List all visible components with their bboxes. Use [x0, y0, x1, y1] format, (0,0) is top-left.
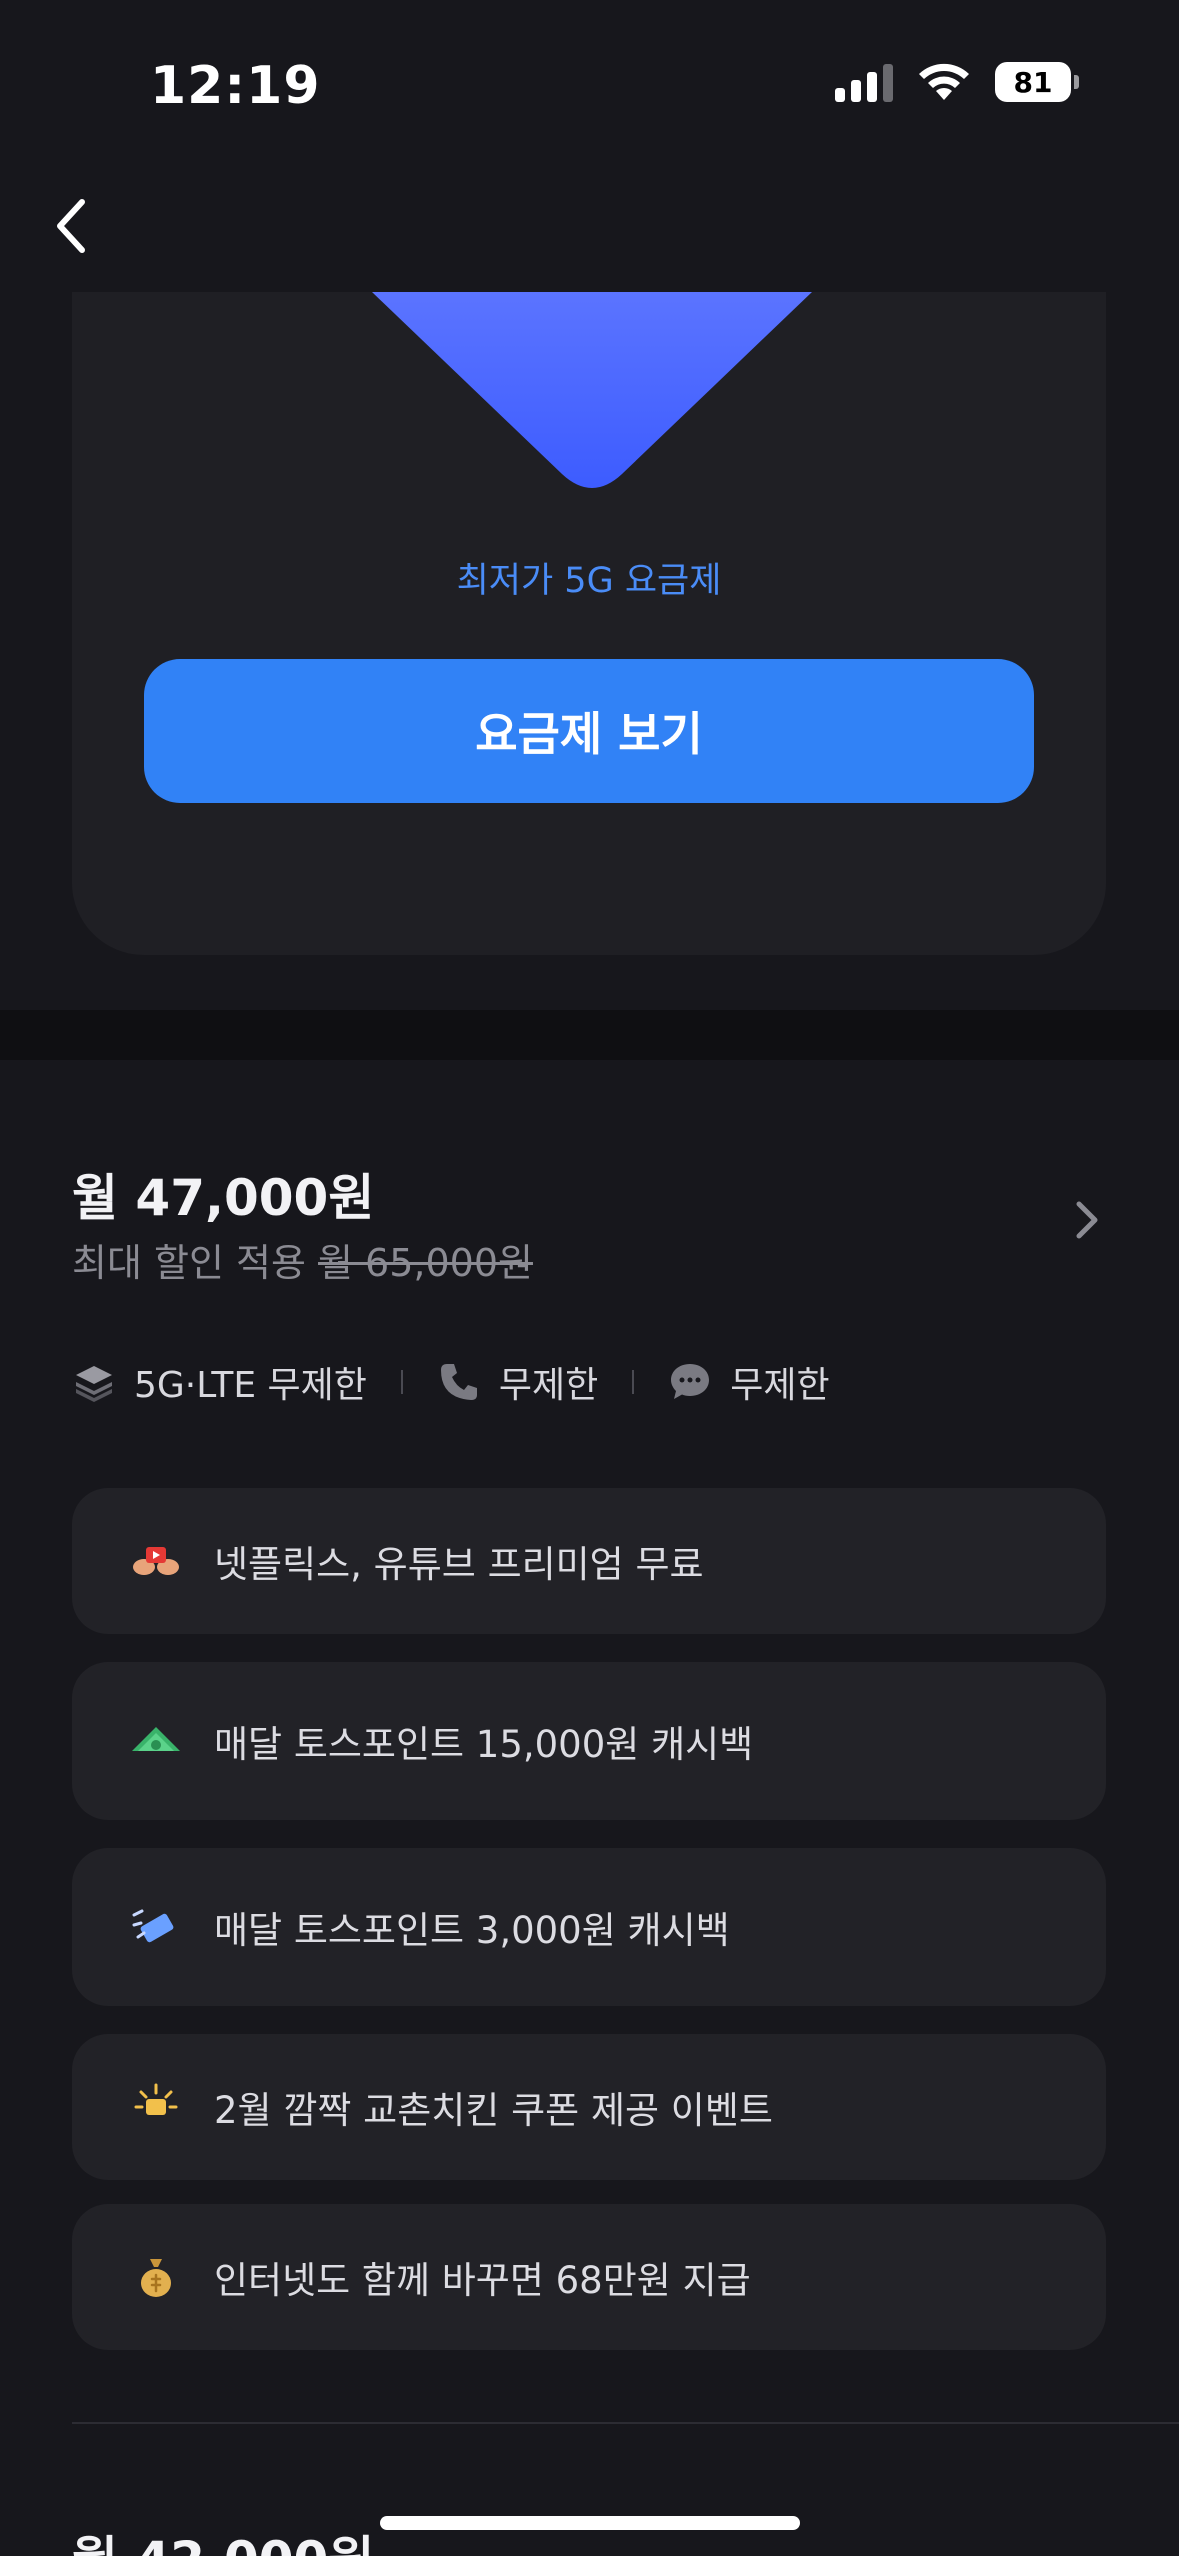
page: 12:19 81 최저가 5G 요금제 요금제 보기 월 47,000원 최대 … — [0, 0, 1179, 2556]
plan-discount: 최대 할인 적용 월 65,000원 — [72, 1232, 533, 1287]
view-plans-button[interactable]: 요금제 보기 — [144, 659, 1034, 803]
section-divider — [0, 1010, 1179, 1060]
next-plan-price[interactable]: 월 42,000원 — [72, 2520, 374, 2556]
phone-icon — [440, 1364, 477, 1400]
home-indicator[interactable] — [380, 2516, 800, 2530]
money-fan-icon — [132, 1727, 180, 1751]
feature-call-label: 무제한 — [498, 1365, 599, 1406]
benefit-item[interactable]: 넷플릭스, 유튜브 프리미엄 무료 — [72, 1488, 1106, 1634]
chevron-right-icon[interactable] — [1067, 1190, 1107, 1250]
chat-bubble-icon — [671, 1364, 710, 1399]
original-price: 월 65,000원 — [318, 1241, 533, 1285]
battery-level: 81 — [995, 62, 1071, 102]
gift-hands-icon — [133, 1547, 179, 1575]
benefit-item[interactable]: 매달 토스포인트 3,000원 캐시백 — [72, 1848, 1106, 2006]
status-icons: 81 — [835, 62, 1079, 102]
feature-call: 무제한 — [437, 1356, 598, 1408]
feature-data-label: 5G·LTE 무제한 — [134, 1365, 367, 1406]
promo-area: 최저가 5G 요금제 요금제 보기 — [0, 252, 1179, 1010]
promo-illustration — [372, 292, 812, 488]
sparkle-coupon-icon — [134, 2083, 178, 2115]
money-fly-icon — [132, 1909, 174, 1943]
feature-message: 무제한 — [668, 1356, 830, 1408]
feature-separator — [400, 1370, 403, 1394]
benefit-label: 인터넷도 함께 바꾸면 68만원 지급 — [214, 2259, 751, 2302]
cellular-signal-icon — [835, 62, 893, 102]
plan-card[interactable]: 월 47,000원 최대 할인 적용 월 65,000원 5G·LTE 무제한 — [0, 1060, 1179, 2556]
wifi-icon — [919, 63, 969, 100]
benefit-label: 2월 깜짝 교촌치킨 쿠폰 제공 이벤트 — [214, 2089, 773, 2132]
list-divider — [72, 2422, 1179, 2424]
benefit-label: 넷플릭스, 유튜브 프리미엄 무료 — [214, 1543, 704, 1586]
benefit-item[interactable]: 매달 토스포인트 15,000원 캐시백 — [72, 1662, 1106, 1820]
status-time: 12:19 — [150, 56, 321, 116]
benefit-item[interactable]: 2월 깜짝 교촌치킨 쿠폰 제공 이벤트 — [72, 2034, 1106, 2180]
back-button[interactable] — [40, 186, 100, 266]
feature-separator — [632, 1370, 635, 1394]
benefit-label: 매달 토스포인트 15,000원 캐시백 — [214, 1723, 754, 1766]
top-bar: 12:19 81 — [0, 0, 1179, 292]
benefit-item[interactable]: 인터넷도 함께 바꾸면 68만원 지급 — [72, 2204, 1106, 2350]
promo-caption: 최저가 5G 요금제 — [456, 561, 722, 601]
money-bag-icon — [141, 2259, 171, 2297]
discount-label: 최대 할인 적용 — [72, 1241, 306, 1285]
feature-data: 5G·LTE 무제한 — [72, 1356, 367, 1408]
benefit-label: 매달 토스포인트 3,000원 캐시백 — [214, 1909, 730, 1952]
battery-icon: 81 — [995, 62, 1079, 102]
chevron-left-icon — [57, 199, 85, 253]
promo-card: 최저가 5G 요금제 요금제 보기 — [72, 252, 1106, 955]
plan-features: 5G·LTE 무제한 무제한 무제한 — [72, 1356, 830, 1408]
feature-message-label: 무제한 — [730, 1365, 830, 1406]
plan-price: 월 47,000원 — [72, 1169, 375, 1227]
layers-icon — [76, 1366, 112, 1402]
